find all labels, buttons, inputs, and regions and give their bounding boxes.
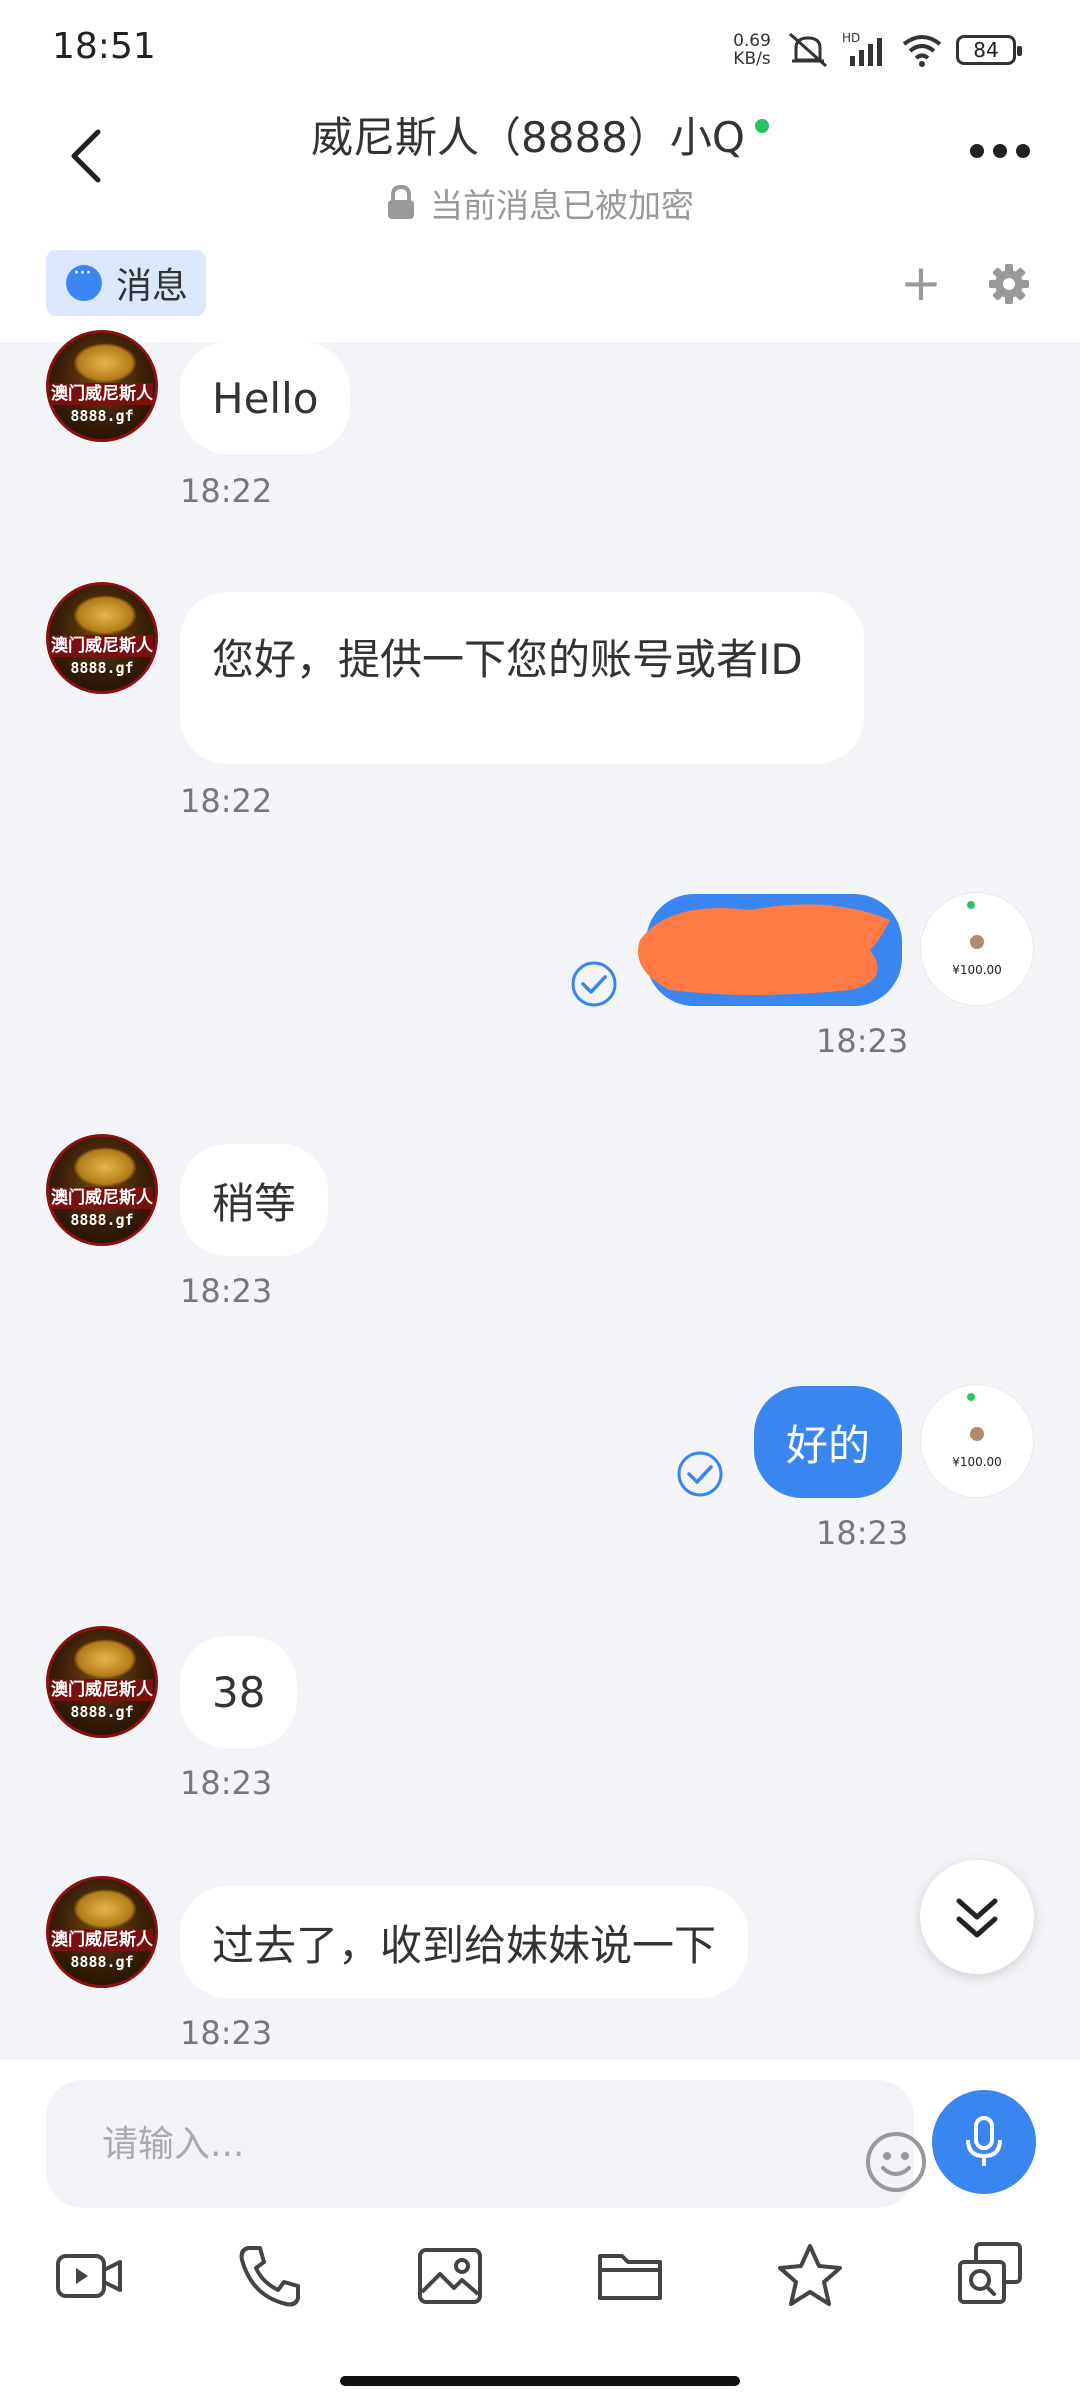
scroll-to-bottom-button[interactable] xyxy=(920,1860,1034,1974)
message-bubble-incoming[interactable]: 38 xyxy=(180,1636,298,1748)
message-text: Hello xyxy=(212,373,319,423)
avatar-text-line1: 澳门威尼斯人 xyxy=(51,383,153,405)
svg-text:HD: HD xyxy=(842,31,860,45)
avatar-text-line2: 8888.gf xyxy=(70,1211,134,1229)
message-bubble-incoming[interactable]: 您好，提供一下您的账号或者ID xyxy=(180,592,864,764)
net-speed-unit: KB/s xyxy=(733,49,771,69)
avatar-text-line2: 8888.gf xyxy=(70,407,134,425)
encryption-notice-text: 当前消息已被加密 xyxy=(430,186,694,225)
message-time: 18:23 xyxy=(180,1272,273,1310)
message-bubble-incoming[interactable]: Hello xyxy=(180,342,351,454)
status-icons: 0.69 KB/s HD 84 xyxy=(730,30,1022,70)
voice-button[interactable] xyxy=(932,2090,1036,2194)
tab-messages-label: 消息 xyxy=(116,266,189,307)
contact-avatar[interactable]: 澳门威尼斯人 8888.gf xyxy=(46,330,158,442)
attachment-toolbar xyxy=(0,2240,1080,2320)
folder-icon[interactable] xyxy=(594,2240,666,2312)
contact-avatar[interactable]: 澳门威尼斯人 8888.gf xyxy=(46,1134,158,1246)
avatar-text-line2: 8888.gf xyxy=(70,659,134,677)
mute-bell-icon xyxy=(789,32,827,68)
message-time: 18:23 xyxy=(816,1514,909,1552)
net-speed: 0.69 KB/s xyxy=(730,32,774,68)
star-icon[interactable] xyxy=(774,2240,846,2312)
avatar-text-line2: 8888.gf xyxy=(70,1953,134,1971)
read-check-icon xyxy=(677,1451,723,1497)
message-text: 好的 xyxy=(786,1420,871,1470)
message-bubble-incoming[interactable]: 稍等 xyxy=(180,1144,329,1256)
chat-header: 威尼斯人（8888）小Q 当前消息已被加密 xyxy=(0,104,1080,227)
self-avatar-amount: ¥100.00 xyxy=(952,963,1002,977)
avatar-text-line1: 澳门威尼斯人 xyxy=(51,1679,153,1701)
chat-title[interactable]: 威尼斯人（8888）小Q xyxy=(311,104,769,165)
home-indicator[interactable] xyxy=(340,2376,740,2386)
contact-avatar[interactable]: 澳门威尼斯人 8888.gf xyxy=(46,1626,158,1738)
message-time: 18:23 xyxy=(180,2014,273,2052)
tab-messages[interactable]: 消息 xyxy=(46,250,206,316)
double-chevron-down-icon xyxy=(956,1898,998,1938)
microphone-icon xyxy=(966,2116,1002,2166)
message-time: 18:22 xyxy=(180,472,273,510)
chat-bubble-icon xyxy=(66,261,102,301)
message-text: 过去了，收到给妹妹说一下 xyxy=(212,1920,717,1970)
self-avatar-amount: ¥100.00 xyxy=(952,1455,1002,1469)
status-time: 18:51 xyxy=(52,26,156,67)
more-options-icon[interactable] xyxy=(960,136,1040,166)
contact-avatar[interactable]: 澳门威尼斯人 8888.gf xyxy=(46,582,158,694)
message-bubble-outgoing[interactable]: 好的 xyxy=(754,1386,903,1498)
net-speed-value: 0.69 xyxy=(733,31,771,51)
self-avatar[interactable]: ¥100.00 xyxy=(920,1384,1034,1498)
avatar-text-line1: 澳门威尼斯人 xyxy=(51,635,153,657)
top-bar: 18:51 0.69 KB/s HD 84 威尼斯人（8888）小Q 当前消息已… xyxy=(0,0,1080,342)
video-icon[interactable] xyxy=(54,2240,126,2312)
emoji-icon[interactable] xyxy=(864,2130,928,2194)
composer-area xyxy=(0,2060,1080,2400)
redaction-scribble xyxy=(638,904,890,995)
read-check-icon xyxy=(571,961,617,1007)
message-text: 38 xyxy=(212,1667,266,1717)
self-avatar[interactable]: ¥100.00 xyxy=(920,892,1034,1006)
encryption-notice: 当前消息已被加密 xyxy=(0,179,1080,227)
battery-indicator: 84 xyxy=(956,35,1022,65)
phone-icon[interactable] xyxy=(234,2240,306,2312)
screenshot-search-icon[interactable] xyxy=(954,2240,1026,2312)
gear-icon[interactable] xyxy=(985,260,1033,308)
message-time: 18:22 xyxy=(180,782,273,820)
avatar-text-line1: 澳门威尼斯人 xyxy=(51,1187,153,1209)
message-time: 18:23 xyxy=(180,1764,273,1802)
chat-title-text: 威尼斯人（8888）小Q xyxy=(311,113,745,162)
avatar-text-line1: 澳门威尼斯人 xyxy=(51,1929,153,1951)
message-input-box[interactable] xyxy=(46,2080,926,2208)
online-status-dot xyxy=(754,118,769,133)
contact-avatar[interactable]: 澳门威尼斯人 8888.gf xyxy=(46,1876,158,1988)
avatar-text-line2: 8888.gf xyxy=(70,1703,134,1721)
message-time: 18:23 xyxy=(816,1022,909,1060)
lock-icon xyxy=(388,185,414,219)
add-icon[interactable]: + xyxy=(900,258,942,308)
message-bubble-incoming[interactable]: 过去了，收到给妹妹说一下 xyxy=(180,1886,749,1998)
message-input[interactable] xyxy=(102,2114,802,2174)
wifi-icon xyxy=(902,35,942,67)
message-text: 稍等 xyxy=(212,1178,297,1228)
image-icon[interactable] xyxy=(414,2240,486,2312)
signal-icon: HD xyxy=(842,31,882,66)
message-text: 您好，提供一下您的账号或者ID xyxy=(212,635,803,684)
